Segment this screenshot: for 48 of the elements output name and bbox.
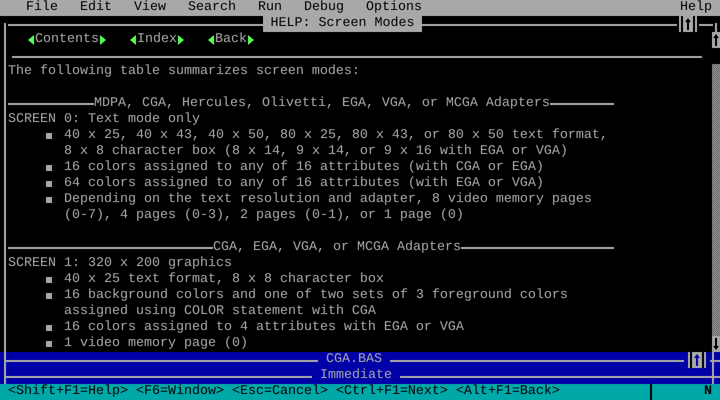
menu-item[interactable]: Run xyxy=(258,0,282,16)
help-text: 1 video memory page (0) xyxy=(64,336,248,352)
maximize-button[interactable] xyxy=(690,352,704,368)
window-title: CGA.BAS xyxy=(325,352,383,368)
help-text: 16 background colors and one of two sets of 3 foreground colors xyxy=(64,288,568,304)
section-heading: MDPA, CGA, Hercules, Olivetti, EGA, VGA, or MCGA Adapters xyxy=(94,96,550,112)
bullet-icon xyxy=(46,293,52,299)
help-text: 8 x 8 character box (8 x 14, 9 x 14, or 9 x 16 with EGA or VGA) xyxy=(64,144,568,160)
scroll-up-button[interactable] xyxy=(712,32,720,48)
help-text: The following table summarizes screen modes: xyxy=(8,64,360,80)
help-text: (0-7), 4 pages (0-3), 2 pages (0-1), or 1 page (0) xyxy=(64,208,464,224)
status-indicator: N xyxy=(704,384,712,400)
shortcut-hint[interactable]: <Shift+F1=Help> xyxy=(8,384,128,400)
window-title: HELP: Screen Modes xyxy=(262,16,422,32)
help-text: 16 colors assigned to any of 16 attributes (with CGA or EGA) xyxy=(64,160,544,176)
menu-item[interactable]: View xyxy=(134,0,166,16)
bullet-icon xyxy=(46,341,52,347)
shortcut-hint[interactable]: <Alt+F1=Back> xyxy=(456,384,560,400)
window-title: Immediate xyxy=(319,368,393,384)
menu-item[interactable]: Search xyxy=(188,0,236,16)
menu-item[interactable]: Edit xyxy=(80,0,112,16)
menu-item[interactable]: Debug xyxy=(304,0,344,16)
up-arrow-icon xyxy=(684,17,692,31)
shortcut-hint[interactable]: <Ctrl+F1=Next> xyxy=(336,384,448,400)
bullet-icon xyxy=(46,181,52,187)
shortcut-hint[interactable]: <Esc=Cancel> xyxy=(232,384,328,400)
help-text: SCREEN 0: Text mode only xyxy=(8,112,200,128)
bullet-icon xyxy=(46,165,52,171)
help-text: 40 x 25 text format, 8 x 8 character box xyxy=(64,272,384,288)
editor-window[interactable]: CGA.BAS Immediate xyxy=(0,352,720,384)
menu-item[interactable]: Help xyxy=(680,0,712,16)
scroll-down-button[interactable] xyxy=(712,336,720,352)
shortcut-hint[interactable]: <F6=Window> xyxy=(136,384,224,400)
bullet-icon xyxy=(46,197,52,203)
menu-item[interactable]: Options xyxy=(366,0,422,16)
section-heading: CGA, EGA, VGA, or MCGA Adapters xyxy=(213,240,461,256)
bullet-icon xyxy=(46,133,52,139)
help-text: 16 colors assigned to 4 attributes with EGA or VGA xyxy=(64,320,464,336)
bullet-icon xyxy=(46,277,52,283)
bullet-icon xyxy=(46,325,52,331)
help-text: 40 x 25, 40 x 43, 40 x 50, 80 x 25, 80 x 43, or 80 x 50 text format, xyxy=(64,128,608,144)
help-text: SCREEN 1: 320 x 200 graphics xyxy=(8,256,232,272)
help-text: Depending on the text resolution and adapter, 8 video memory pages xyxy=(64,192,592,208)
up-arrow-icon xyxy=(693,353,701,367)
menu-item[interactable]: File xyxy=(26,0,58,16)
help-text: assigned using COLOR statement with CGA xyxy=(64,304,376,320)
help-text: 64 colors assigned to any of 16 attributes (with EGA or VGA) xyxy=(64,176,544,192)
maximize-button[interactable] xyxy=(681,16,695,32)
